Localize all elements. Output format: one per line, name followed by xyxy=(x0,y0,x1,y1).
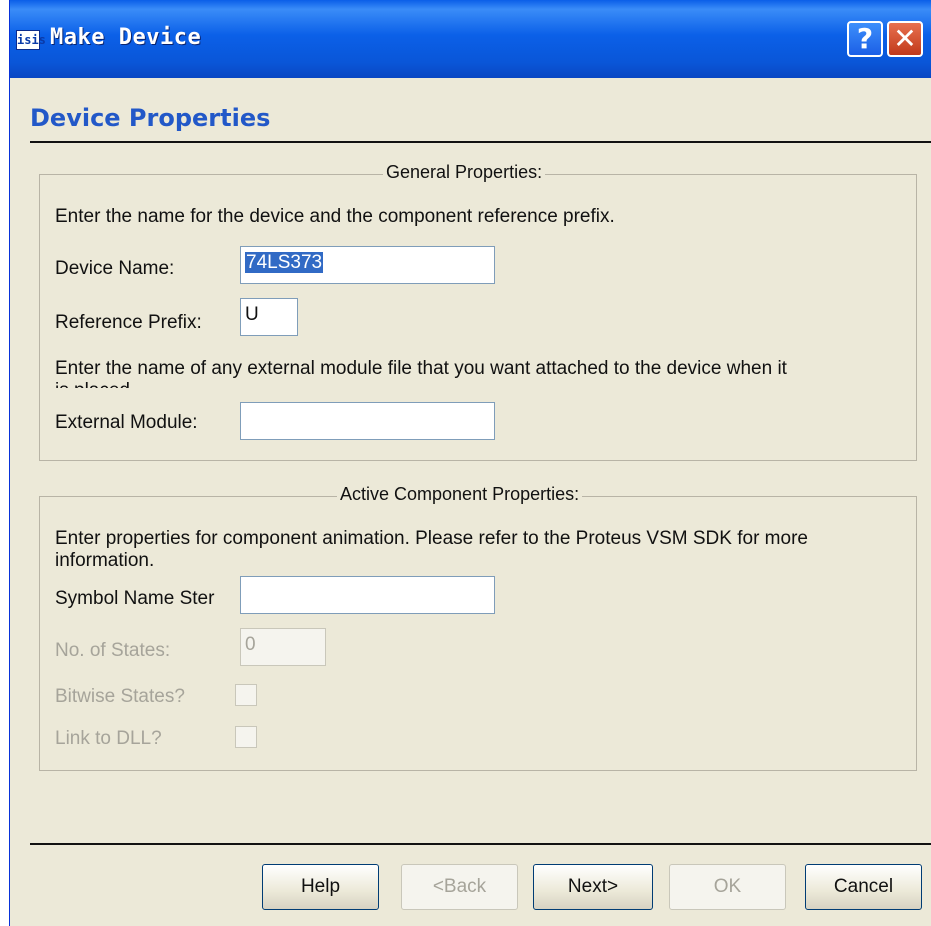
reference-prefix-input[interactable]: U xyxy=(240,298,298,336)
no-of-states-label: No. of States: xyxy=(55,640,171,661)
symbol-name-stem-label: Symbol Name Ster xyxy=(55,588,215,609)
cancel-button[interactable]: Cancel xyxy=(805,864,922,910)
external-module-input[interactable] xyxy=(240,402,495,440)
close-icon[interactable]: ✕ xyxy=(887,21,923,57)
general-properties-legend: General Properties: xyxy=(383,162,546,183)
external-module-label: External Module: xyxy=(55,412,198,433)
module-intro-clip: is placed. xyxy=(55,380,915,388)
ok-button[interactable]: OK xyxy=(669,864,786,910)
help-icon[interactable]: ? xyxy=(847,21,883,57)
link-to-dll-label: Link to DLL? xyxy=(55,728,162,749)
help-button[interactable]: Help xyxy=(262,864,379,910)
make-device-dialog: isis Make Device ? ✕ Device Properties G… xyxy=(9,0,931,926)
bitwise-states-checkbox[interactable] xyxy=(235,684,257,706)
footer-divider xyxy=(30,843,931,845)
device-name-input[interactable]: 74LS373 xyxy=(240,246,495,284)
active-component-legend: Active Component Properties: xyxy=(337,484,583,505)
symbol-name-stem-input[interactable] xyxy=(240,576,495,614)
general-intro-text: Enter the name for the device and the co… xyxy=(55,206,615,227)
header-divider xyxy=(30,141,931,143)
next-button[interactable]: Next> xyxy=(533,864,653,910)
isis-app-icon: isis xyxy=(16,30,46,50)
active-intro-text-line2: information. xyxy=(55,550,155,571)
back-button[interactable]: <Back xyxy=(401,864,518,910)
active-intro-text: Enter properties for component animation… xyxy=(55,528,808,549)
bitwise-states-label: Bitwise States? xyxy=(55,686,185,707)
device-name-label: Device Name: xyxy=(55,258,175,279)
no-of-states-input[interactable]: 0 xyxy=(240,628,326,666)
link-to-dll-checkbox[interactable] xyxy=(235,726,257,748)
window-title: Make Device xyxy=(50,25,202,50)
module-intro-text: Enter the name of any external module fi… xyxy=(55,358,787,379)
device-name-value: 74LS373 xyxy=(245,252,324,273)
module-intro-text-line2: is placed. xyxy=(55,380,135,388)
reference-prefix-label: Reference Prefix: xyxy=(55,312,202,333)
page-title: Device Properties xyxy=(30,104,271,132)
title-bar[interactable]: isis Make Device ? ✕ xyxy=(10,0,931,78)
